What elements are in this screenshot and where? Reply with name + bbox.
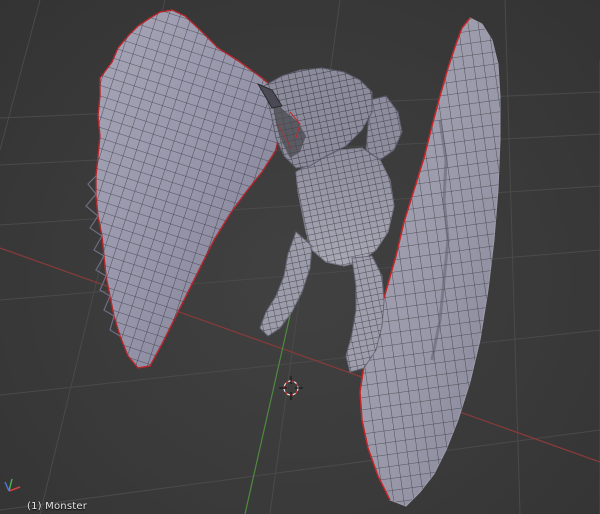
left-wing-mesh[interactable]: [85, 9, 283, 369]
right-wing-mesh[interactable]: [359, 17, 501, 507]
axis-gizmo-icon: [4, 478, 21, 492]
active-object-label: (1) Monster: [27, 501, 88, 512]
viewport-scene[interactable]: [0, 0, 600, 514]
3d-cursor-icon[interactable]: [279, 376, 303, 400]
3d-viewport[interactable]: (1) Monster: [0, 0, 600, 514]
